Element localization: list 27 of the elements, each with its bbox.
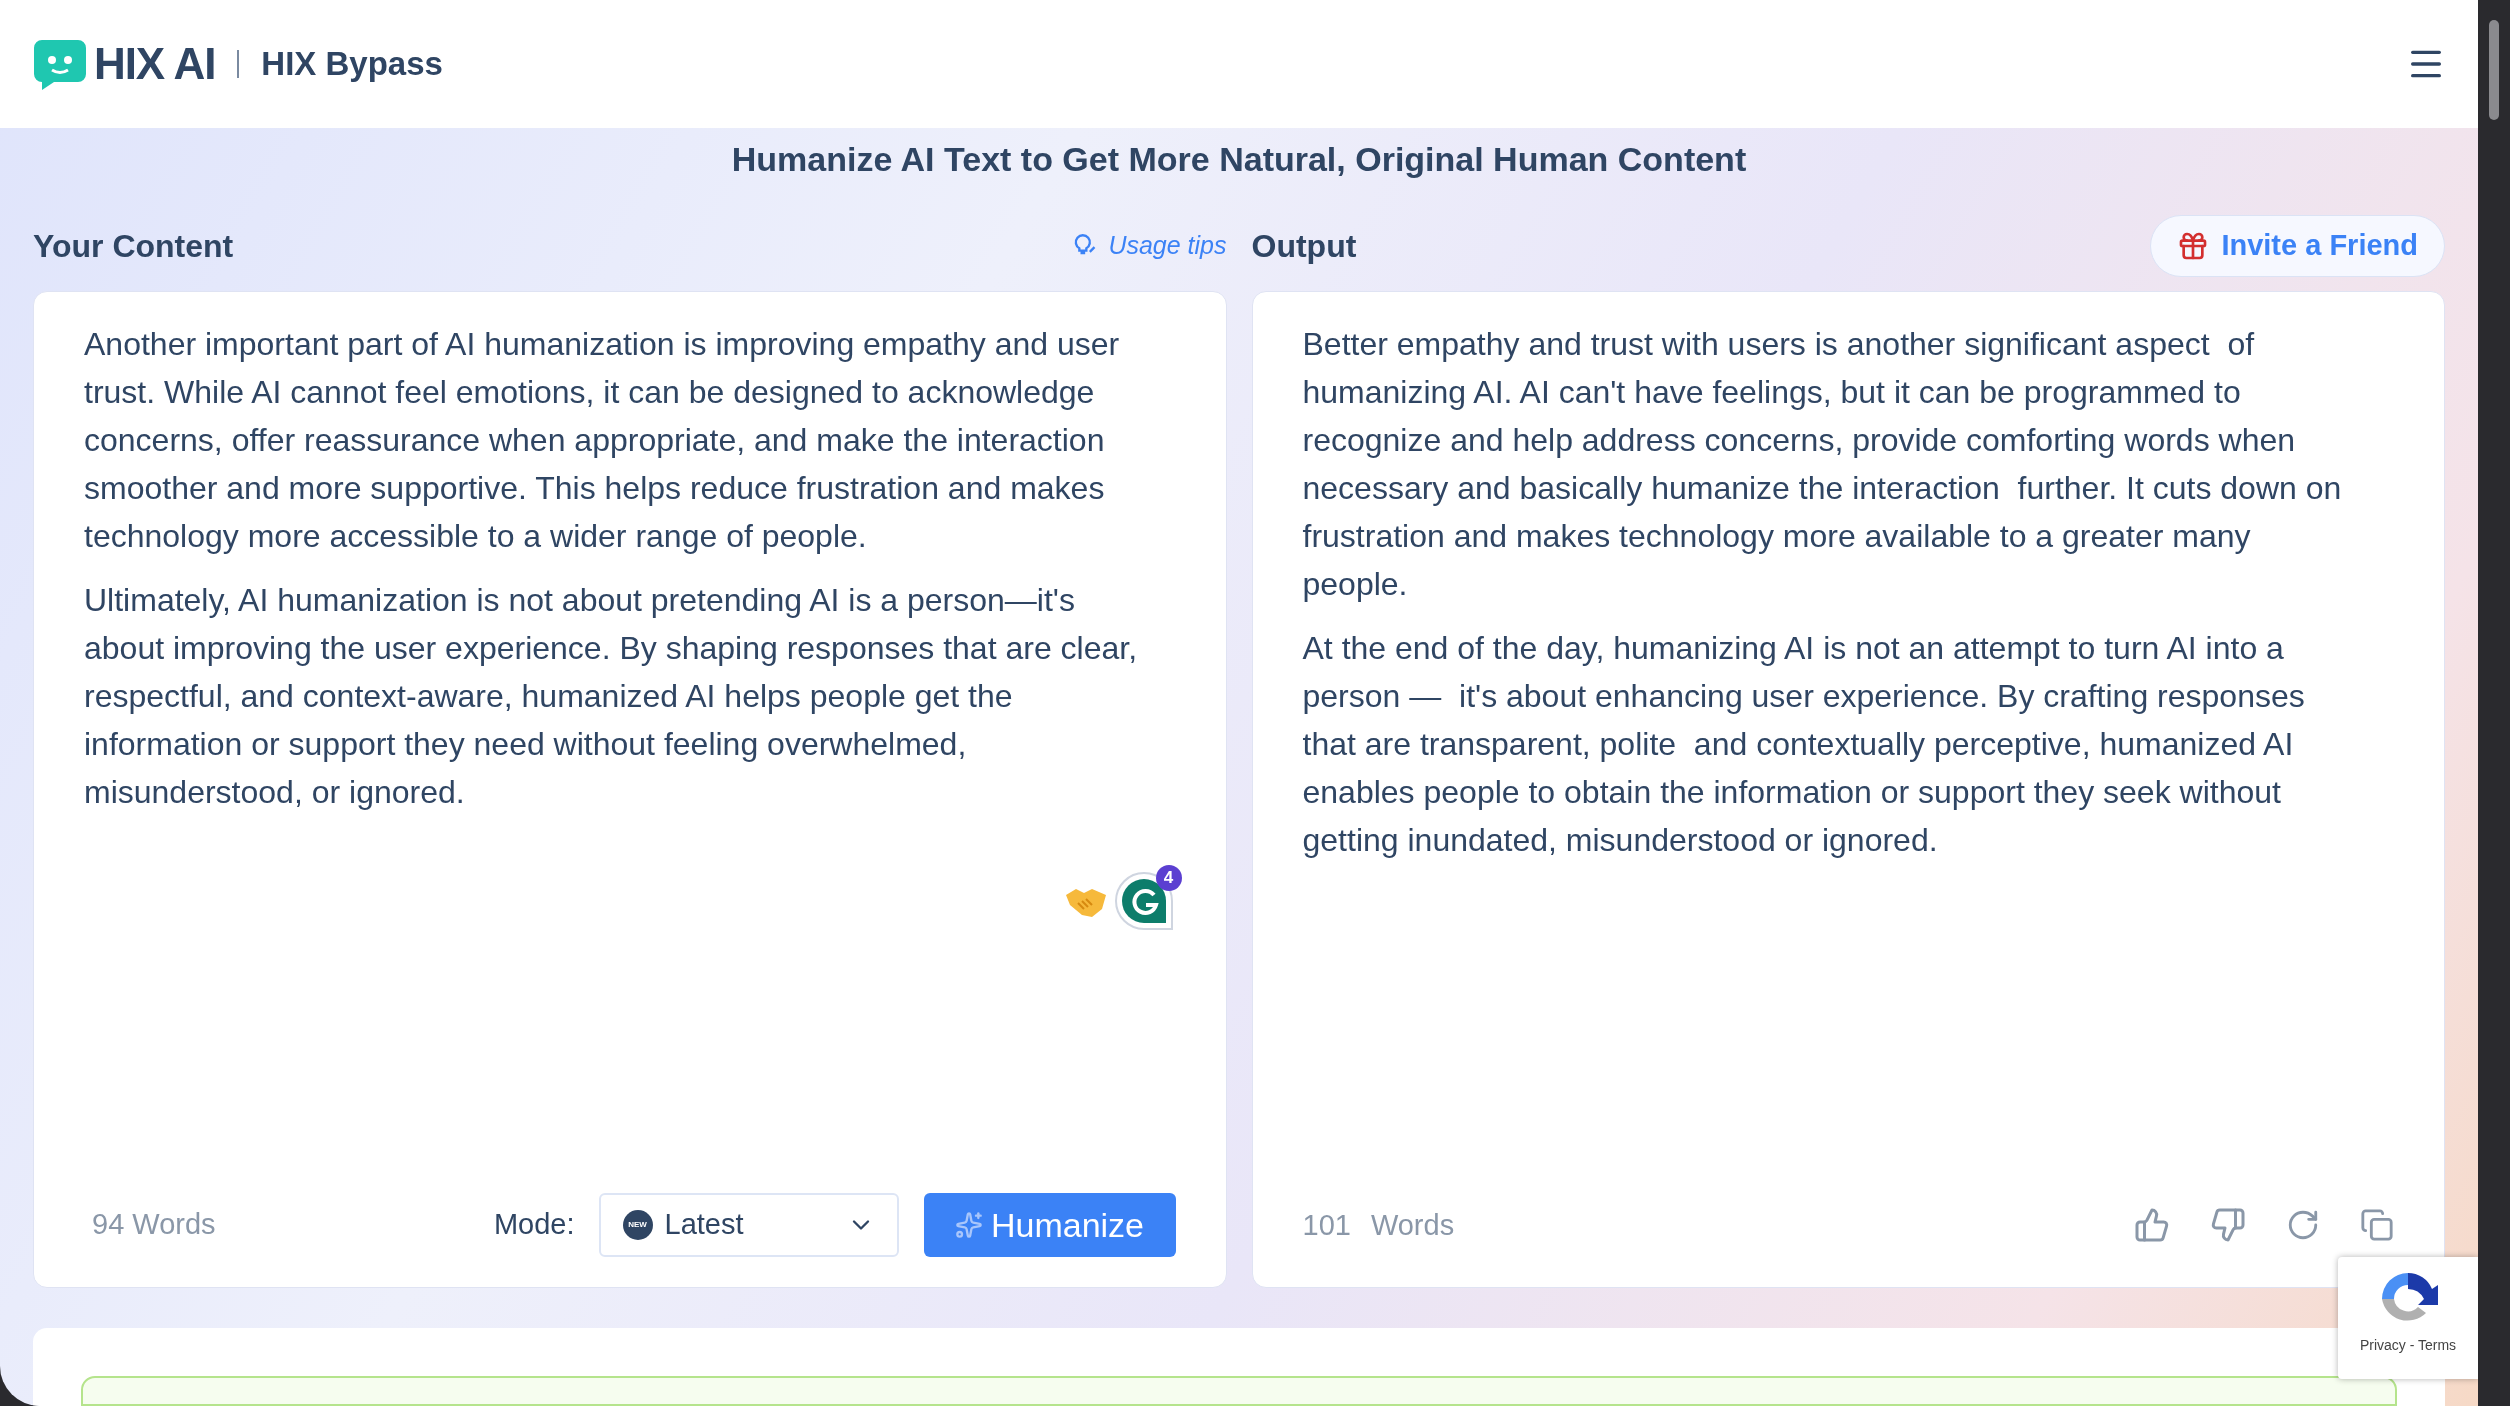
invite-button[interactable]: Invite a Friend (2150, 215, 2445, 277)
output-paragraph: Better empathy and trust with users is another significant aspect of humanizing AI. AI can't have feelings, but it can be programmed to recognize and help address concerns, provide comforting words when necessary and basically humanize the interaction further. It cuts down on frustration and makes technology more available to a greater many people. (1302, 325, 2343, 604)
new-badge: NEW (622, 1210, 653, 1240)
section-label: Your Content (33, 227, 234, 266)
input-paragraph: Another important part of AI humanization is improving empathy and user trust. While AI cannot feel emotions, it can be designed to acknowledge concerns, offer reassurance when appropriate, and make the interaction smoother and more supportive. This helps reduce frustration and makes technology more accessible to a wider range of people. (84, 325, 1121, 556)
section-label: Output (1251, 227, 1357, 266)
mode-label: Mode: (493, 1207, 575, 1243)
input-paragraph: Ultimately, AI humanization is not about pretending AI is a person—it's about improving the user experience. By shaping responses that are clear, respectful, and context-aware, humanized AI helps people get the information or support they need without feeling overwhelmed, misunderstood, or ignored. (84, 581, 1139, 812)
usage-tips-link[interactable]: Usage tips (1070, 227, 1227, 265)
humanize-button[interactable]: Humanize (923, 1193, 1176, 1257)
scrollbar-thumb[interactable] (2489, 20, 2499, 120)
logo-icon (32, 38, 88, 90)
thumbs-down-icon[interactable] (2210, 1207, 2246, 1244)
logo-text: HIX AI (94, 38, 216, 90)
word-number: 101 (1302, 1207, 1351, 1243)
thumbs-up-icon[interactable] (2134, 1207, 2170, 1244)
word-count: 94 Words (92, 1207, 216, 1243)
page-heading: Humanize AI Text to Get More Natural, Original Human Content (731, 139, 1747, 180)
mode-dropdown[interactable]: NEW Latest (598, 1193, 899, 1257)
output-paragraph: At the end of the day, humanizing AI is not an attempt to turn AI into a person — it's about enhancing user experience. By crafting responses that are transparent, polite and contextually perceptive, humanized AI enables people to obtain the information or support they seek without getting inundated, misunderstood or ignored. (1302, 629, 2306, 860)
word-unit: Words (1370, 1207, 1455, 1243)
copy-icon[interactable] (2360, 1208, 2394, 1243)
privacy-terms-links[interactable]: Privacy - Terms (2359, 1335, 2457, 1356)
grammar-checker-icon[interactable] (1113, 871, 1174, 931)
notification-badge: 4 (1155, 865, 1182, 891)
product-name: HIX Bypass (261, 44, 443, 85)
sparkles-icon (954, 1211, 983, 1239)
